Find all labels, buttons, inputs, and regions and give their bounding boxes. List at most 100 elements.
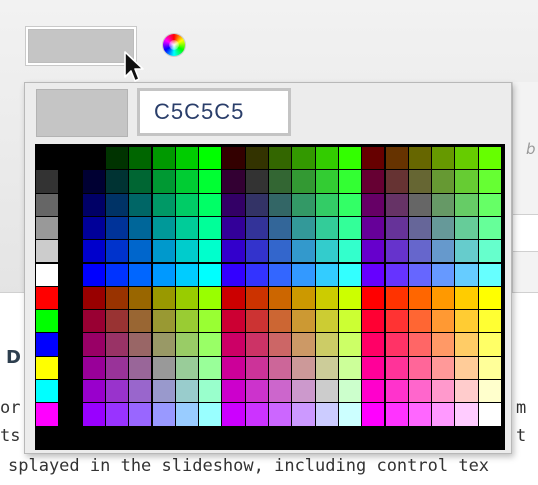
color-cell[interactable] — [81, 285, 106, 311]
color-cell[interactable] — [151, 402, 176, 427]
color-cell[interactable] — [384, 169, 409, 194]
color-cell[interactable] — [407, 332, 433, 357]
color-cell[interactable] — [35, 309, 60, 334]
color-cell[interactable] — [361, 215, 386, 241]
color-cell[interactable] — [198, 285, 223, 311]
color-cell[interactable] — [361, 379, 386, 404]
color-cell[interactable] — [244, 169, 269, 194]
color-cell[interactable] — [407, 379, 433, 404]
color-cell[interactable] — [384, 192, 409, 217]
color-cell[interactable] — [58, 239, 83, 264]
color-cell[interactable] — [128, 169, 153, 194]
color-cell[interactable] — [81, 169, 106, 194]
color-cell[interactable] — [174, 355, 200, 380]
color-cell[interactable] — [291, 146, 316, 171]
color-cell[interactable] — [104, 402, 130, 427]
color-cell[interactable] — [244, 309, 269, 334]
color-cell[interactable] — [174, 332, 200, 357]
color-cell[interactable] — [291, 285, 316, 311]
color-cell[interactable] — [384, 146, 409, 171]
color-cell[interactable] — [58, 262, 83, 287]
color-cell[interactable] — [128, 285, 153, 311]
color-cell[interactable] — [198, 215, 223, 241]
color-cell[interactable] — [58, 332, 83, 357]
color-cell[interactable] — [337, 146, 363, 171]
color-cell[interactable] — [291, 379, 316, 404]
color-cell[interactable] — [81, 262, 106, 287]
color-cell[interactable] — [314, 146, 339, 171]
color-cell[interactable] — [291, 239, 316, 264]
color-cell[interactable] — [268, 379, 293, 404]
color-cell[interactable] — [128, 355, 153, 380]
color-cell[interactable] — [35, 239, 60, 264]
color-cell[interactable] — [58, 379, 83, 404]
color-cell[interactable] — [221, 379, 246, 404]
color-cell[interactable] — [384, 215, 409, 241]
color-cell[interactable] — [454, 262, 479, 287]
color-cell[interactable] — [361, 309, 386, 334]
color-cell[interactable] — [244, 262, 269, 287]
color-cell[interactable] — [361, 285, 386, 311]
color-cell[interactable] — [81, 309, 106, 334]
color-cell[interactable] — [81, 192, 106, 217]
color-cell[interactable] — [337, 262, 363, 287]
color-cell[interactable] — [35, 215, 60, 241]
color-cell[interactable] — [361, 355, 386, 380]
color-cell[interactable] — [104, 332, 130, 357]
color-cell[interactable] — [151, 169, 176, 194]
color-cell[interactable] — [35, 402, 60, 427]
color-cell[interactable] — [35, 379, 60, 404]
color-cell[interactable] — [151, 262, 176, 287]
color-cell[interactable] — [244, 239, 269, 264]
color-cell[interactable] — [221, 402, 246, 427]
color-cell[interactable] — [58, 355, 83, 380]
color-cell[interactable] — [174, 215, 200, 241]
color-cell[interactable] — [337, 402, 363, 427]
color-cell[interactable] — [198, 239, 223, 264]
color-cell[interactable] — [431, 146, 456, 171]
color-cell[interactable] — [454, 332, 479, 357]
color-cell[interactable] — [198, 402, 223, 427]
color-cell[interactable] — [314, 169, 339, 194]
color-cell[interactable] — [361, 146, 386, 171]
color-cell[interactable] — [477, 332, 502, 357]
color-cell[interactable] — [244, 285, 269, 311]
color-cell[interactable] — [291, 169, 316, 194]
color-cell[interactable] — [407, 146, 433, 171]
color-cell[interactable] — [454, 309, 479, 334]
color-cell[interactable] — [454, 169, 479, 194]
color-cell[interactable] — [268, 285, 293, 311]
color-cell[interactable] — [35, 169, 60, 194]
color-cell[interactable] — [431, 215, 456, 241]
color-cell[interactable] — [128, 402, 153, 427]
color-cell[interactable] — [81, 146, 106, 171]
color-cell[interactable] — [268, 332, 293, 357]
color-cell[interactable] — [35, 332, 60, 357]
color-cell[interactable] — [431, 239, 456, 264]
color-cell[interactable] — [477, 146, 502, 171]
color-cell[interactable] — [431, 332, 456, 357]
color-swatch-field[interactable] — [26, 27, 136, 65]
color-cell[interactable] — [58, 192, 83, 217]
color-cell[interactable] — [174, 146, 200, 171]
color-cell[interactable] — [431, 309, 456, 334]
color-cell[interactable] — [314, 239, 339, 264]
color-cell[interactable] — [221, 332, 246, 357]
color-cell[interactable] — [431, 355, 456, 380]
color-cell[interactable] — [314, 192, 339, 217]
color-cell[interactable] — [104, 146, 130, 171]
color-cell[interactable] — [384, 379, 409, 404]
color-cell[interactable] — [454, 192, 479, 217]
color-cell[interactable] — [477, 379, 502, 404]
color-cell[interactable] — [361, 332, 386, 357]
color-cell[interactable] — [291, 355, 316, 380]
color-cell[interactable] — [104, 285, 130, 311]
color-cell[interactable] — [361, 402, 386, 427]
color-cell[interactable] — [35, 262, 60, 287]
color-cell[interactable] — [454, 402, 479, 427]
color-cell[interactable] — [361, 169, 386, 194]
color-cell[interactable] — [477, 309, 502, 334]
color-cell[interactable] — [268, 239, 293, 264]
color-cell[interactable] — [291, 402, 316, 427]
color-cell[interactable] — [291, 332, 316, 357]
